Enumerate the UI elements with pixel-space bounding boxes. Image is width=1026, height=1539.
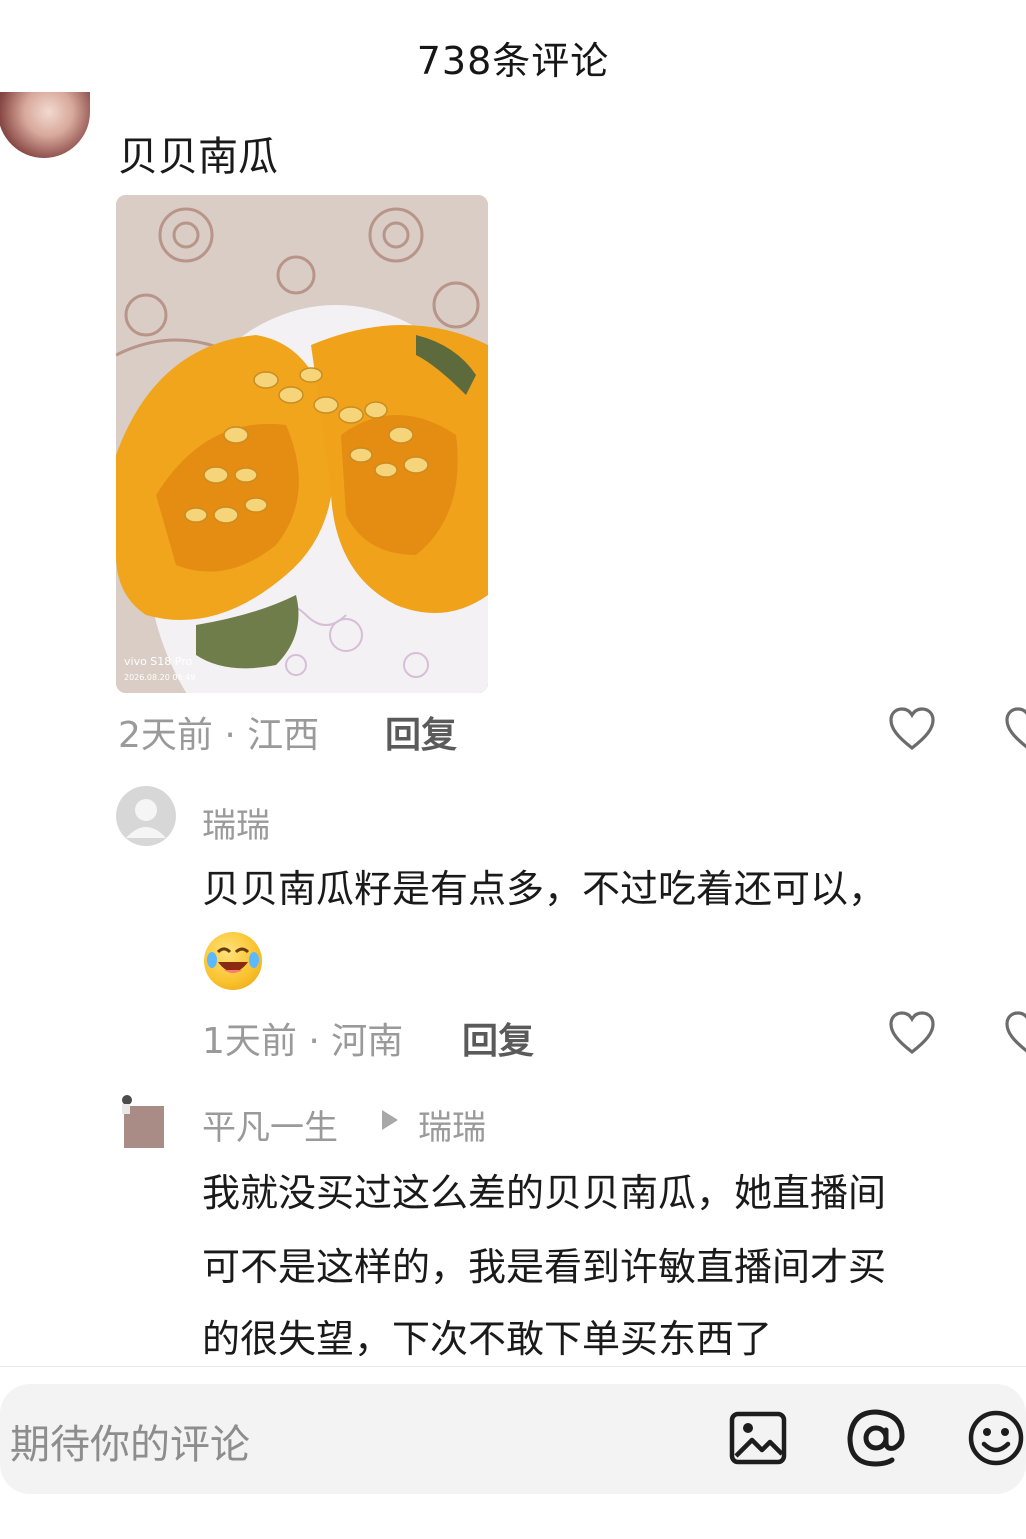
- avatar[interactable]: [118, 1092, 166, 1148]
- reply-username[interactable]: 瑞瑞: [202, 798, 270, 847]
- dislike-icon[interactable]: [1004, 706, 1026, 752]
- watermark-time: 2026.08.20 06:49: [124, 673, 195, 682]
- reply-text: 贝贝南瓜籽是有点多，不过吃着还可以，: [202, 867, 887, 911]
- reply-to-username[interactable]: 瑞瑞: [418, 1100, 486, 1149]
- heart-icon[interactable]: [888, 706, 936, 752]
- reply-meta: 1天前 · 河南: [202, 1021, 404, 1062]
- laughing-crying-emoji: [204, 932, 262, 990]
- reply-text-line: 我就没买过这么差的贝贝南瓜，她直播间: [202, 1171, 887, 1215]
- reply-username[interactable]: 平凡一生: [202, 1100, 338, 1149]
- avatar[interactable]: [116, 786, 176, 846]
- dislike-icon[interactable]: [1004, 1010, 1026, 1056]
- comments-count-title: 738条评论: [416, 39, 610, 83]
- reply-text-line: 的很失望，下次不敢下单买东西了: [202, 1317, 773, 1361]
- at-icon[interactable]: [846, 1408, 906, 1468]
- comment-input[interactable]: 期待你的评论: [10, 1412, 250, 1470]
- reply-to-arrow-icon: [382, 1110, 398, 1130]
- comment-photo[interactable]: vivo S18 Pro 2026.08.20 06:49: [116, 195, 488, 693]
- image-icon[interactable]: [728, 1408, 788, 1468]
- comment-meta: 2天前 · 江西: [118, 715, 320, 756]
- avatar[interactable]: [0, 92, 90, 158]
- divider: [0, 1366, 1026, 1367]
- emoji-icon[interactable]: [966, 1408, 1026, 1468]
- reply-text-line: 可不是这样的，我是看到许敏直播间才买: [202, 1245, 887, 1289]
- reply-button[interactable]: 回复: [462, 1012, 534, 1064]
- reply-button[interactable]: 回复: [385, 706, 457, 758]
- watermark-model: vivo S18 Pro: [124, 655, 192, 668]
- comment-text: 贝贝南瓜: [118, 134, 278, 180]
- heart-icon[interactable]: [888, 1010, 936, 1056]
